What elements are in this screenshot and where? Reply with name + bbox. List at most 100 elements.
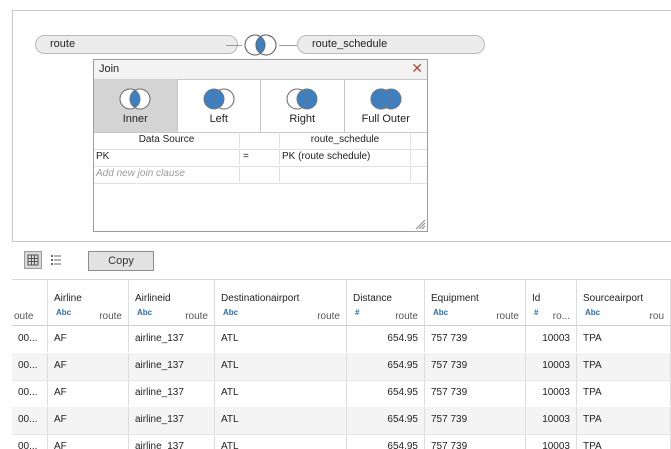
column-header[interactable]: oute: [12, 280, 48, 326]
right-source-header: route_schedule: [280, 132, 411, 148]
column-header[interactable]: Airline Abc route: [48, 280, 129, 326]
join-operator[interactable]: =: [240, 149, 280, 165]
table-cell[interactable]: airline_137: [129, 353, 215, 379]
join-grid-header: Data Source route_schedule: [94, 132, 427, 150]
right-join-icon: [286, 88, 318, 110]
left-table-pill[interactable]: route: [35, 35, 238, 54]
table-cell[interactable]: AF: [48, 353, 129, 379]
table-cell[interactable]: TPA: [577, 353, 671, 379]
list-view-button[interactable]: [47, 251, 65, 269]
table-cell[interactable]: TPA: [577, 380, 671, 406]
table-cell[interactable]: 00...: [12, 407, 48, 433]
column-name: Destinationairport: [221, 293, 300, 304]
join-clause-row[interactable]: PK = PK (route schedule): [94, 149, 427, 167]
table-cell[interactable]: 757 739: [425, 326, 526, 352]
table-cell[interactable]: TPA: [577, 326, 671, 352]
inner-join-icon[interactable]: [242, 33, 279, 60]
join-type-label: Right: [289, 113, 316, 125]
column-name: Distance: [353, 293, 392, 304]
column-source: route: [317, 311, 340, 322]
column-header[interactable]: Distance # route: [347, 280, 425, 326]
table-cell[interactable]: 00...: [12, 380, 48, 406]
resize-grip-icon[interactable]: [415, 219, 426, 230]
table-cell[interactable]: 10003: [526, 380, 577, 406]
column-header[interactable]: Airlineid Abc route: [129, 280, 215, 326]
column-name: Airline: [54, 293, 82, 304]
table-cell[interactable]: 654.95: [347, 434, 425, 449]
close-icon[interactable]: ✕: [411, 60, 423, 77]
operator-header: [240, 132, 280, 148]
join-type-full-outer[interactable]: Full Outer: [345, 79, 428, 132]
inner-join-icon: [119, 88, 151, 110]
join-type-label: Left: [209, 113, 228, 125]
table-cell[interactable]: AF: [48, 434, 129, 449]
string-type-icon: Abc: [433, 308, 449, 317]
table-cell[interactable]: ATL: [215, 407, 347, 433]
column-header[interactable]: Sourceairport Abc rou: [577, 280, 671, 326]
table-cell[interactable]: airline_137: [129, 326, 215, 352]
column-source: route: [395, 311, 418, 322]
table-row[interactable]: 00... AF airline_137 ATL 654.95 757 739 10003 T…: [12, 407, 671, 435]
string-type-icon: Abc: [137, 308, 153, 317]
right-table-pill[interactable]: route_schedule: [297, 35, 485, 54]
grid-icon: [27, 254, 39, 266]
table-cell[interactable]: 757 739: [425, 434, 526, 449]
add-join-clause-row[interactable]: Add new join clause: [94, 166, 427, 184]
table-cell[interactable]: airline_137: [129, 407, 215, 433]
table-cell[interactable]: AF: [48, 326, 129, 352]
table-cell[interactable]: 757 739: [425, 407, 526, 433]
join-type-right[interactable]: Right: [261, 79, 345, 132]
right-field[interactable]: PK (route schedule): [280, 149, 411, 165]
join-dialog: Join ✕ Inner Left Right Full Outer Data …: [93, 59, 428, 232]
table-row[interactable]: 00... AF airline_137 ATL 654.95 757 739 10003 T…: [12, 380, 671, 408]
number-type-icon: #: [355, 308, 360, 317]
add-join-clause[interactable]: Add new join clause: [94, 166, 240, 182]
table-cell[interactable]: 00...: [12, 326, 48, 352]
table-cell[interactable]: 00...: [12, 353, 48, 379]
table-cell[interactable]: airline_137: [129, 434, 215, 449]
join-type-label: Inner: [122, 113, 148, 125]
table-cell[interactable]: 00...: [12, 434, 48, 449]
table-cell[interactable]: ATL: [215, 380, 347, 406]
table-cell[interactable]: 654.95: [347, 407, 425, 433]
table-cell[interactable]: 654.95: [347, 380, 425, 406]
string-type-icon: Abc: [223, 308, 239, 317]
join-dialog-title: Join: [99, 63, 120, 75]
left-field[interactable]: PK: [94, 149, 240, 165]
header-spacer: [411, 132, 427, 148]
table-row[interactable]: 00... AF airline_137 ATL 654.95 757 739 10003 T…: [12, 434, 671, 449]
table-cell[interactable]: AF: [48, 407, 129, 433]
table-cell[interactable]: ATL: [215, 434, 347, 449]
join-type-label: Full Outer: [361, 113, 410, 125]
table-cell[interactable]: 757 739: [425, 353, 526, 379]
join-type-inner[interactable]: Inner: [94, 79, 178, 132]
table-cell[interactable]: 654.95: [347, 353, 425, 379]
table-cell[interactable]: 10003: [526, 326, 577, 352]
table-cell[interactable]: TPA: [577, 434, 671, 449]
empty-cell: [240, 166, 280, 182]
table-row[interactable]: 00... AF airline_137 ATL 654.95 757 739 10003 T…: [12, 353, 671, 381]
table-cell[interactable]: AF: [48, 380, 129, 406]
table-cell[interactable]: ATL: [215, 353, 347, 379]
table-cell[interactable]: 654.95: [347, 326, 425, 352]
column-header[interactable]: Equipment Abc route: [425, 280, 526, 326]
table-cell[interactable]: 757 739: [425, 380, 526, 406]
column-header[interactable]: Destinationairport Abc route: [215, 280, 347, 326]
table-row[interactable]: 00... AF airline_137 ATL 654.95 757 739 10003 T…: [12, 326, 671, 354]
grid-view-button[interactable]: [24, 251, 42, 269]
table-cell[interactable]: 10003: [526, 353, 577, 379]
full-outer-join-icon: [370, 88, 402, 110]
table-cell[interactable]: 10003: [526, 434, 577, 449]
join-dialog-titlebar: Join ✕: [94, 60, 427, 80]
table-cell[interactable]: ATL: [215, 326, 347, 352]
table-cell[interactable]: TPA: [577, 407, 671, 433]
table-cell[interactable]: 10003: [526, 407, 577, 433]
column-source: rou: [649, 311, 664, 322]
string-type-icon: Abc: [585, 308, 601, 317]
column-header[interactable]: Id # ro...: [526, 280, 577, 326]
join-type-left[interactable]: Left: [178, 79, 261, 132]
copy-button[interactable]: Copy: [88, 251, 154, 271]
column-source: oute: [14, 311, 34, 322]
table-cell[interactable]: airline_137: [129, 380, 215, 406]
join-connector-line: [279, 45, 297, 46]
